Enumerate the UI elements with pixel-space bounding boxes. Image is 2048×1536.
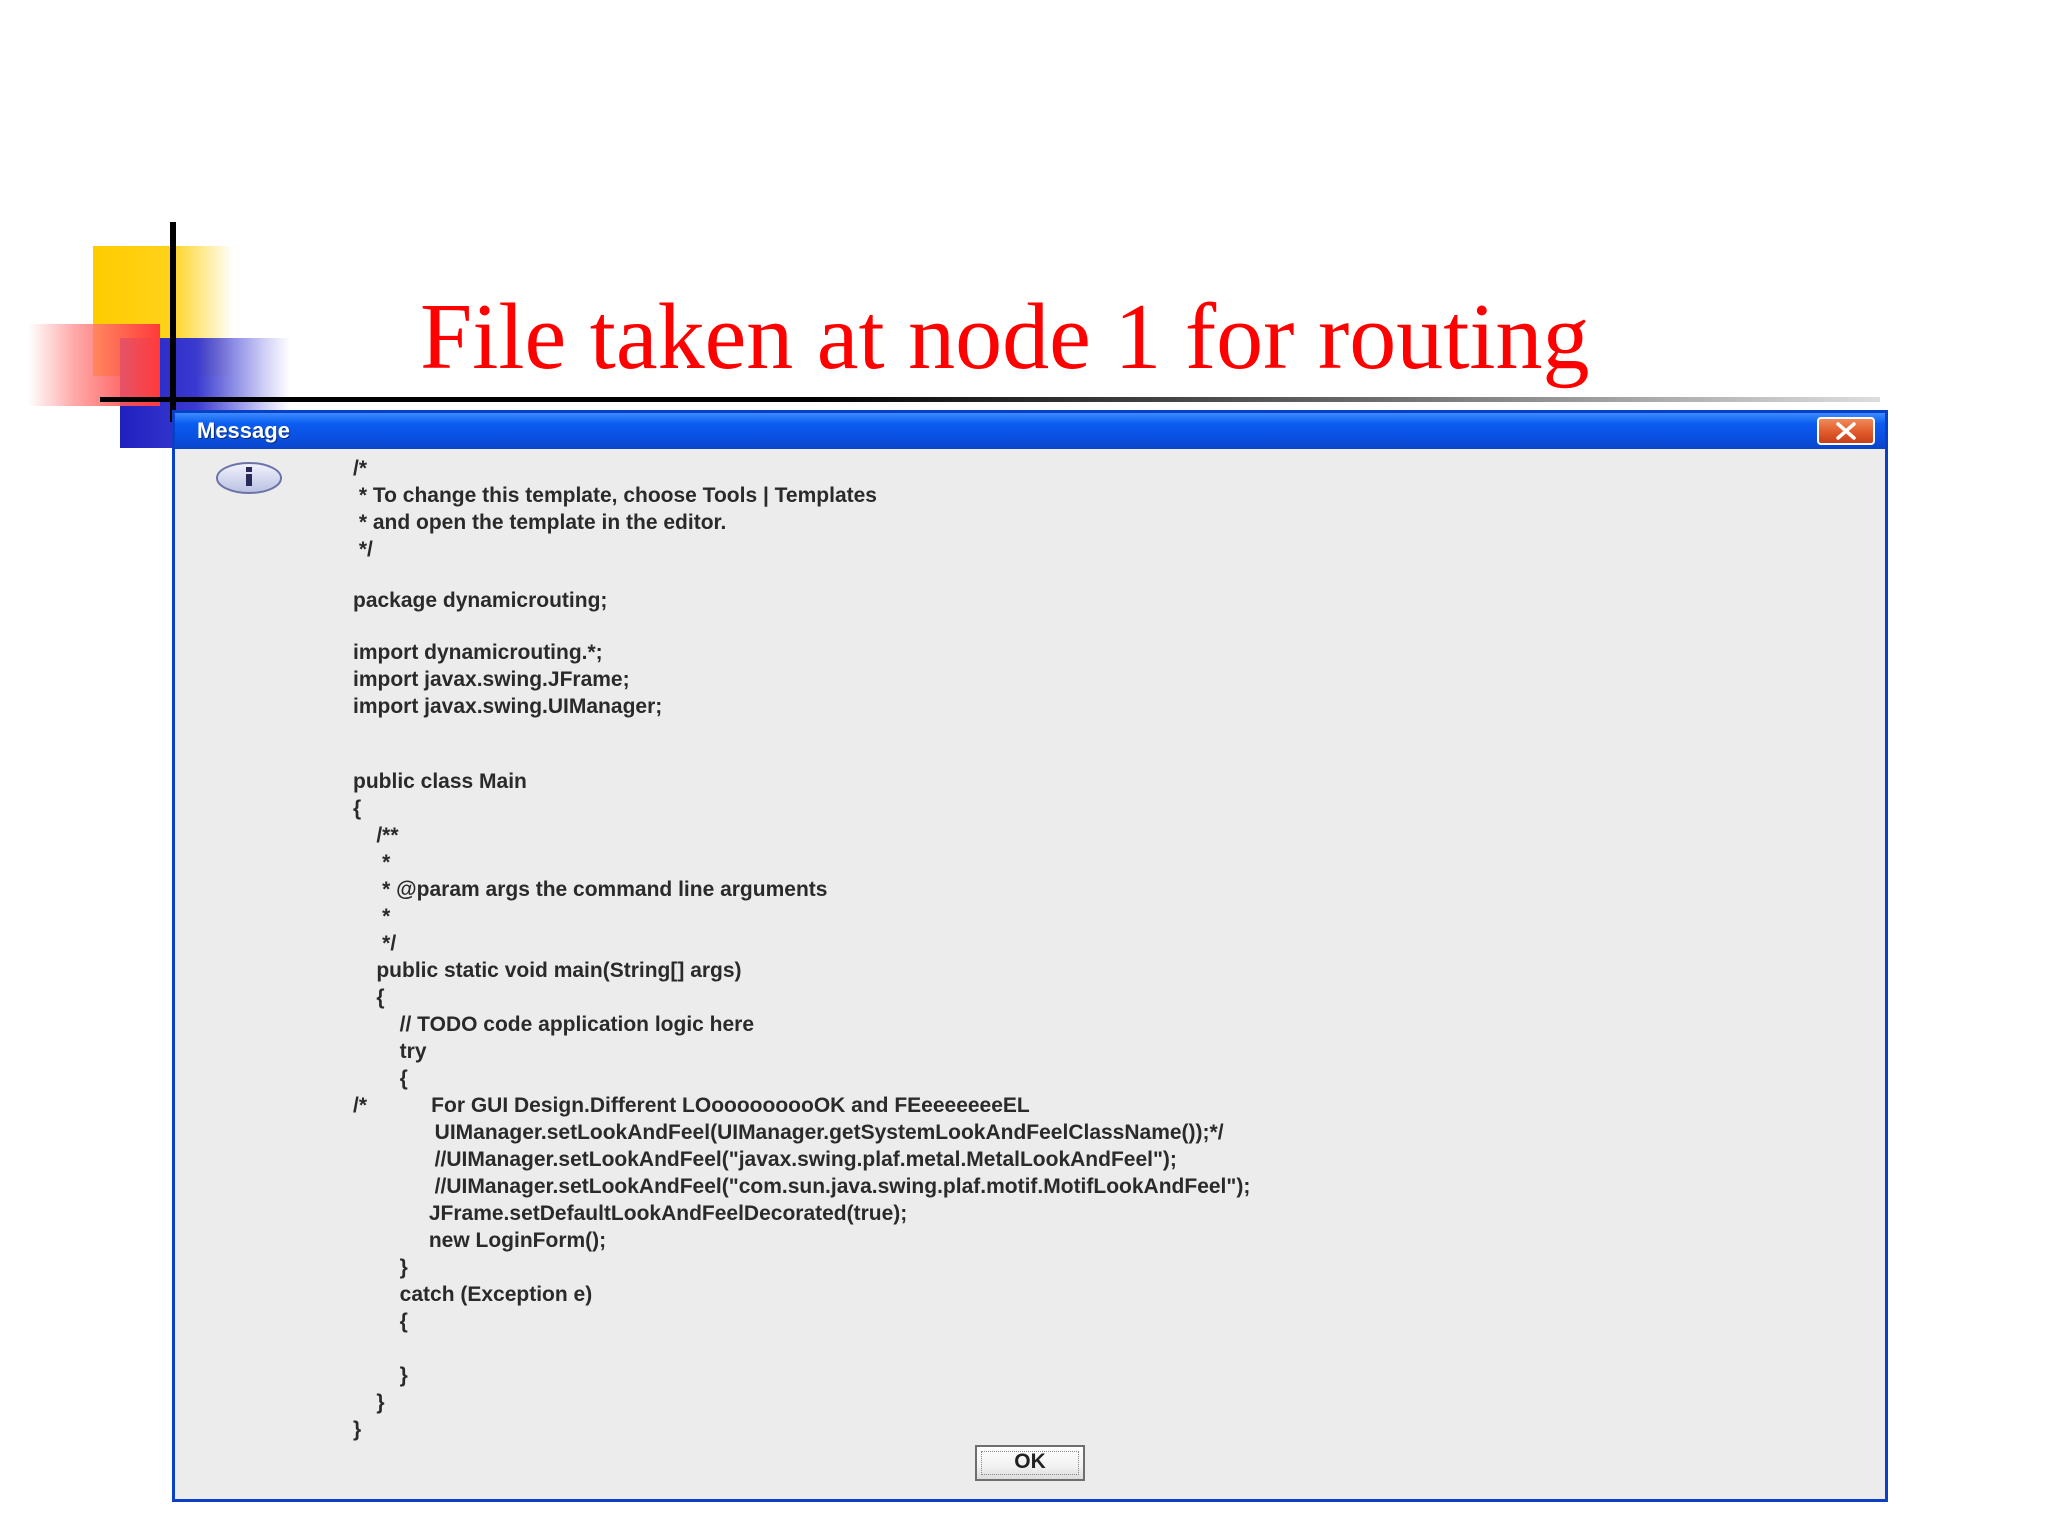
- code-line: */: [353, 932, 397, 955]
- decorative-red-square: [28, 324, 160, 406]
- info-icon: [216, 462, 282, 494]
- code-line: {: [353, 1067, 408, 1090]
- code-line: public static void main(String[] args): [353, 959, 742, 982]
- code-line: import dynamicrouting.*;: [353, 641, 603, 664]
- code-line: // TODO code application logic here: [353, 1013, 755, 1036]
- code-line: import javax.swing.JFrame;: [353, 668, 630, 691]
- code-line: }: [353, 1256, 408, 1279]
- code-line: * @param args the command line arguments: [353, 878, 828, 901]
- close-icon: [1836, 422, 1856, 440]
- code-line: {: [353, 797, 362, 820]
- slide-title: File taken at node 1 for routing: [420, 285, 1590, 389]
- decorative-vertical-line: [170, 222, 176, 422]
- code-line: try: [353, 1040, 427, 1063]
- code-line: //UIManager.setLookAndFeel("javax.swing.…: [353, 1148, 1177, 1171]
- code-line: }: [353, 1364, 408, 1387]
- code-line: catch (Exception e): [353, 1283, 593, 1306]
- code-line: *: [353, 851, 391, 874]
- close-button[interactable]: [1817, 417, 1875, 445]
- code-line: }: [353, 1391, 385, 1414]
- code-line: //UIManager.setLookAndFeel("com.sun.java…: [353, 1175, 1251, 1198]
- dialog-title: Message: [197, 418, 290, 443]
- code-line: /* For GUI Design.Different LOooooooooOK…: [353, 1094, 1030, 1117]
- decorative-horizontal-line: [100, 397, 1880, 402]
- code-line: }: [353, 1418, 362, 1441]
- message-dialog: Message /* * To change this template, ch…: [172, 410, 1888, 1502]
- dialog-titlebar[interactable]: Message: [175, 413, 1885, 449]
- code-line: UIManager.setLookAndFeel(UIManager.getSy…: [353, 1121, 1224, 1144]
- code-line: *: [353, 905, 391, 928]
- code-line: {: [353, 1310, 408, 1333]
- ok-button[interactable]: OK: [975, 1445, 1085, 1481]
- ok-focus-ring: [981, 1451, 1079, 1475]
- code-line: package dynamicrouting;: [353, 589, 608, 612]
- code-line: * and open the template in the editor.: [353, 511, 727, 534]
- code-line: new LoginForm();: [353, 1229, 607, 1252]
- code-line: */: [353, 538, 373, 561]
- code-line: public class Main: [353, 770, 527, 793]
- code-line: /**: [353, 824, 399, 847]
- code-line: JFrame.setDefaultLookAndFeelDecorated(tr…: [353, 1202, 908, 1225]
- code-line: /*: [353, 457, 368, 480]
- code-line: * To change this template, choose Tools …: [353, 484, 877, 507]
- slide: File taken at node 1 for routing Message: [0, 0, 2048, 1536]
- code-line: import javax.swing.UIManager;: [353, 695, 663, 718]
- code-line: {: [353, 986, 385, 1009]
